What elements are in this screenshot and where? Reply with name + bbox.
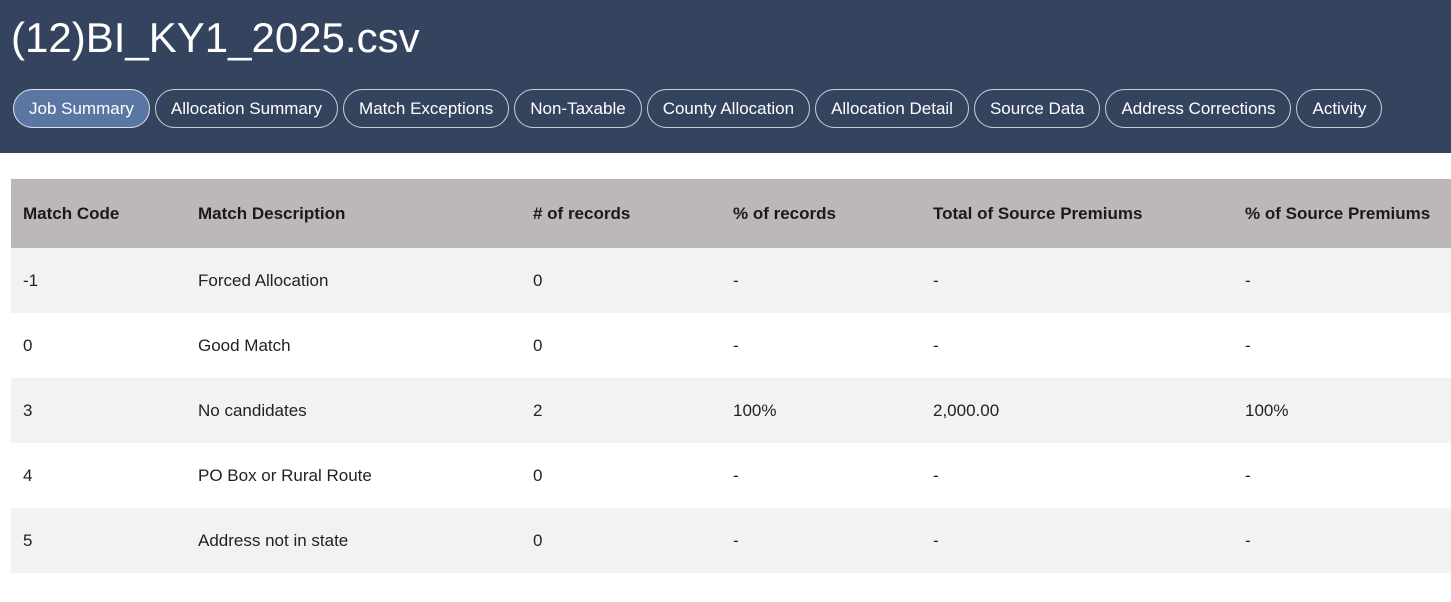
cell-match-code: 0 (11, 313, 186, 378)
match-summary-table: Match Code Match Description # of record… (11, 179, 1451, 573)
tab-non-taxable[interactable]: Non-Taxable (514, 89, 642, 128)
page-header: (12)BI_KY1_2025.csv Job Summary Allocati… (0, 0, 1451, 153)
match-summary-table-container: Match Code Match Description # of record… (11, 179, 1451, 573)
column-header-record-percent: % of records (721, 179, 921, 248)
table-row: 5 Address not in state 0 - - - (11, 508, 1451, 573)
cell-record-percent: - (721, 443, 921, 508)
cell-premiums-percent: - (1233, 508, 1451, 573)
cell-record-count: 0 (521, 443, 721, 508)
tab-match-exceptions[interactable]: Match Exceptions (343, 89, 510, 128)
tab-bar: Job Summary Allocation Summary Match Exc… (13, 89, 1383, 128)
table-row: 0 Good Match 0 - - - (11, 313, 1451, 378)
cell-total-premiums: - (921, 248, 1233, 313)
cell-premiums-percent: 100% (1233, 378, 1451, 443)
cell-match-description: Forced Allocation (186, 248, 521, 313)
cell-record-count: 0 (521, 248, 721, 313)
cell-total-premiums: 2,000.00 (921, 378, 1233, 443)
page-title: (12)BI_KY1_2025.csv (11, 14, 420, 61)
cell-total-premiums: - (921, 443, 1233, 508)
cell-match-code: -1 (11, 248, 186, 313)
table-header-row: Match Code Match Description # of record… (11, 179, 1451, 248)
table-row: 3 No candidates 2 100% 2,000.00 100% (11, 378, 1451, 443)
cell-record-percent: - (721, 508, 921, 573)
table-row: -1 Forced Allocation 0 - - - (11, 248, 1451, 313)
cell-record-percent: 100% (721, 378, 921, 443)
cell-premiums-percent: - (1233, 313, 1451, 378)
cell-record-percent: - (721, 313, 921, 378)
cell-total-premiums: - (921, 508, 1233, 573)
tab-source-data[interactable]: Source Data (973, 89, 1101, 128)
cell-record-percent: - (721, 248, 921, 313)
tab-allocation-detail[interactable]: Allocation Detail (815, 89, 969, 128)
cell-record-count: 0 (521, 508, 721, 573)
column-header-match-description: Match Description (186, 179, 521, 248)
column-header-record-count: # of records (521, 179, 721, 248)
cell-match-description: Good Match (186, 313, 521, 378)
column-header-premiums-percent: % of Source Premiums (1233, 179, 1451, 248)
cell-match-description: Address not in state (186, 508, 521, 573)
cell-record-count: 2 (521, 378, 721, 443)
column-header-total-premiums: Total of Source Premiums (921, 179, 1233, 248)
tab-activity[interactable]: Activity (1296, 89, 1383, 128)
cell-match-code: 5 (11, 508, 186, 573)
cell-total-premiums: - (921, 313, 1233, 378)
cell-premiums-percent: - (1233, 248, 1451, 313)
cell-match-description: No candidates (186, 378, 521, 443)
cell-match-code: 3 (11, 378, 186, 443)
cell-record-count: 0 (521, 313, 721, 378)
cell-premiums-percent: - (1233, 443, 1451, 508)
tab-address-corrections[interactable]: Address Corrections (1105, 89, 1292, 128)
cell-match-description: PO Box or Rural Route (186, 443, 521, 508)
tab-county-allocation[interactable]: County Allocation (646, 89, 811, 128)
table-row: 4 PO Box or Rural Route 0 - - - (11, 443, 1451, 508)
column-header-match-code: Match Code (11, 179, 186, 248)
cell-match-code: 4 (11, 443, 186, 508)
tab-job-summary[interactable]: Job Summary (13, 89, 150, 128)
tab-allocation-summary[interactable]: Allocation Summary (154, 89, 339, 128)
